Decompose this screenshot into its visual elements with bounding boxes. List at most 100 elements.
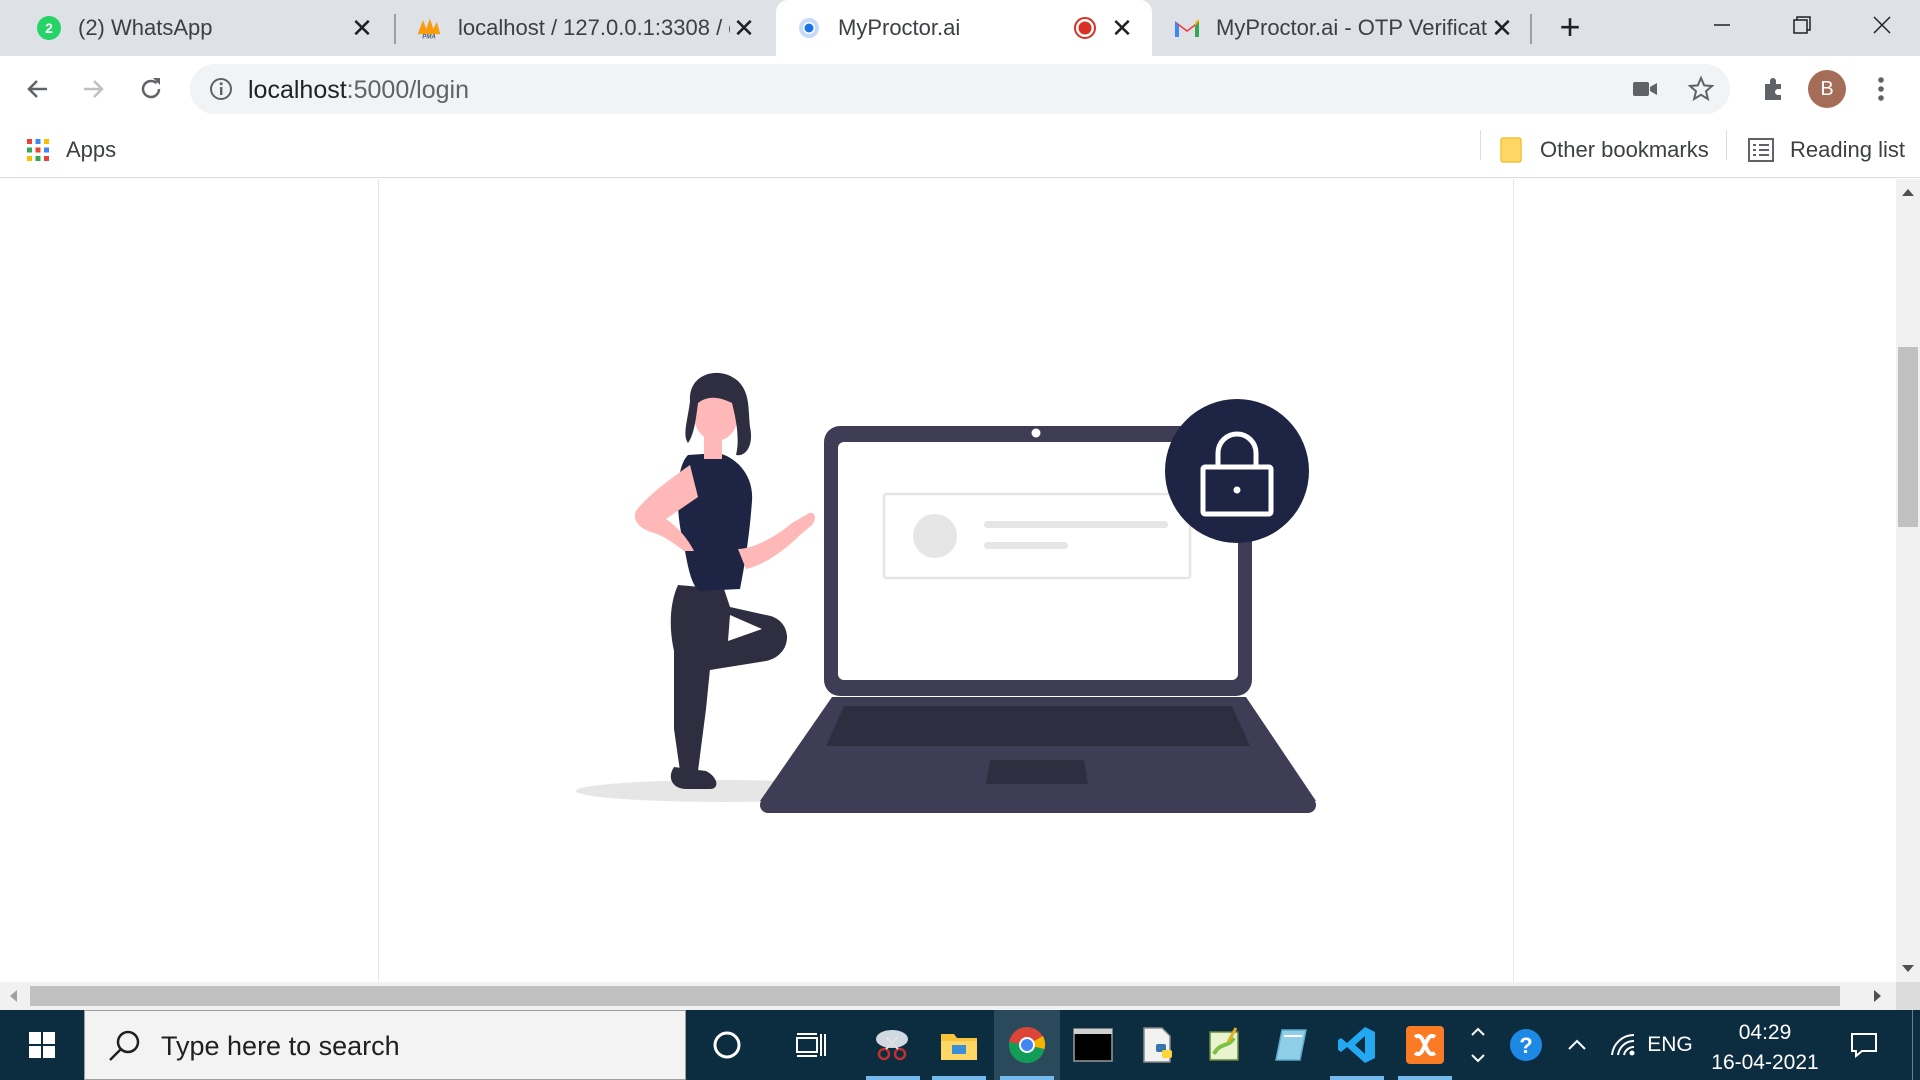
close-tab-icon[interactable]: ✕ [730, 13, 758, 43]
taskbar-notepad-plus[interactable] [1192, 1010, 1258, 1080]
vscode-icon [1338, 1027, 1375, 1063]
taskbar-vscode[interactable] [1324, 1010, 1390, 1080]
taskbar-python-editor[interactable] [1126, 1010, 1192, 1080]
avatar-placeholder [913, 514, 957, 558]
whatsapp-icon: 2 [36, 15, 62, 41]
taskbar-scroll-buttons[interactable] [1466, 1010, 1490, 1080]
python-file-icon [1143, 1027, 1172, 1063]
taskbar-file-explorer[interactable] [926, 1010, 992, 1080]
taskbar-xampp[interactable] [1392, 1010, 1458, 1080]
show-hidden-icons-button[interactable] [1562, 1010, 1592, 1080]
start-button[interactable] [0, 1010, 84, 1080]
xampp-icon [1406, 1026, 1444, 1064]
apps-shortcut[interactable]: Apps [26, 132, 116, 168]
page-viewport [0, 179, 1896, 982]
sticky-notes-icon [1275, 1029, 1307, 1061]
keyboard [826, 706, 1250, 746]
tab-gmail-otp[interactable]: MyProctor.ai - OTP Verificatio ✕ [1152, 0, 1532, 56]
running-indicator [932, 1076, 986, 1080]
reading-list-icon [1748, 138, 1774, 162]
network-button[interactable] [1604, 1010, 1640, 1080]
taskbar-sticky-notes[interactable] [1258, 1010, 1324, 1080]
close-tab-icon[interactable]: ✕ [348, 13, 376, 43]
camera-in-use-icon[interactable] [1630, 74, 1660, 104]
reading-list[interactable]: Reading list [1748, 132, 1905, 168]
minimize-button[interactable] [1682, 0, 1762, 50]
caret-up-icon [1568, 1039, 1586, 1050]
site-info-icon[interactable] [208, 76, 234, 102]
minimize-icon [1714, 24, 1730, 26]
reload-icon [141, 78, 161, 99]
new-tab-button[interactable]: + [1552, 9, 1588, 46]
chevron-down-icon [1471, 1054, 1485, 1063]
vertical-scroll-thumb[interactable] [1898, 347, 1918, 527]
restore-icon [1793, 16, 1811, 34]
gmail-icon [1174, 15, 1200, 41]
clock-time: 04:29 [1738, 1021, 1792, 1044]
lock-circle [1165, 399, 1309, 543]
text-line [984, 542, 1068, 549]
taskbar-terminal[interactable] [1060, 1010, 1126, 1080]
tab-title: (2) WhatsApp [78, 15, 213, 40]
address-bar[interactable]: localhost:5000/login [190, 64, 1730, 114]
close-window-button[interactable] [1842, 0, 1920, 50]
chrome-icon [1008, 1026, 1046, 1063]
running-indicator [1330, 1076, 1384, 1080]
tab-title: MyProctor.ai [838, 15, 961, 40]
language-indicator[interactable]: ENG [1644, 1010, 1696, 1080]
tab-whatsapp[interactable]: 2 (2) WhatsApp ✕ [0, 0, 392, 56]
clock-date: 16-04-2021 [1711, 1051, 1819, 1074]
bookmark-star-icon[interactable] [1686, 74, 1716, 104]
woman-figure [634, 372, 815, 789]
taskbar-snipping-tool[interactable] [860, 1010, 926, 1080]
whatsapp-badge-count: 2 [45, 20, 53, 36]
forward-button[interactable] [70, 66, 116, 112]
scroll-up-arrow[interactable] [1902, 189, 1914, 196]
taskbar-search-box[interactable]: Type here to search [84, 1010, 686, 1080]
search-icon [109, 1030, 140, 1061]
phpmyadmin-icon: PMA [416, 15, 442, 41]
scroll-down-arrow[interactable] [1902, 965, 1914, 972]
scroll-left-arrow[interactable] [10, 990, 17, 1002]
windows-taskbar: Type here to search ? ENG 04:29 16-04-20… [0, 1010, 1920, 1080]
chrome-menu-button[interactable] [1858, 66, 1904, 112]
running-indicator [866, 1076, 920, 1080]
search-placeholder: Type here to search [161, 1031, 400, 1061]
trackpad [986, 760, 1088, 784]
login-security-illustration [576, 372, 1316, 813]
horizontal-scrollbar[interactable] [0, 982, 1896, 1010]
help-tray-button[interactable]: ? [1502, 1010, 1552, 1080]
task-view-icon [796, 1033, 826, 1057]
cortana-button[interactable] [694, 1010, 760, 1080]
file-explorer-icon [941, 1034, 977, 1060]
snipping-tool-icon [876, 1030, 908, 1061]
cortana-icon [713, 1031, 741, 1059]
back-button[interactable] [15, 66, 61, 112]
show-desktop-button[interactable] [1912, 1010, 1920, 1080]
folder-icon [1500, 137, 1522, 163]
laptop-camera [1031, 428, 1041, 438]
action-center-button[interactable] [1842, 1010, 1886, 1080]
notepad-plus-icon [1209, 1027, 1239, 1061]
restore-button[interactable] [1762, 0, 1842, 50]
horizontal-scroll-thumb[interactable] [30, 986, 1840, 1006]
taskbar-clock[interactable]: 04:29 16-04-2021 [1690, 1018, 1840, 1078]
tab-myproctor[interactable]: MyProctor.ai ✕ [776, 0, 1152, 56]
wifi-icon [1611, 1033, 1635, 1056]
laptop-front [760, 797, 1316, 813]
other-bookmarks[interactable]: Other bookmarks [1500, 132, 1709, 168]
apps-label: Apps [66, 137, 117, 162]
close-tab-icon[interactable]: ✕ [1108, 13, 1136, 43]
tab-phpmyadmin[interactable]: PMA localhost / 127.0.0.1:3308 / q ✕ [396, 0, 774, 56]
task-view-button[interactable] [778, 1010, 844, 1080]
profile-avatar[interactable]: B [1808, 70, 1846, 108]
reload-button[interactable] [128, 66, 174, 112]
running-indicator [1000, 1076, 1054, 1080]
vertical-scrollbar[interactable] [1896, 179, 1920, 982]
scroll-right-arrow[interactable] [1874, 990, 1881, 1002]
close-tab-icon[interactable]: ✕ [1488, 13, 1516, 43]
taskbar-chrome[interactable] [994, 1010, 1060, 1080]
url-text[interactable]: localhost:5000/login [248, 76, 469, 105]
extensions-button[interactable] [1750, 66, 1796, 112]
other-bookmarks-label: Other bookmarks [1540, 137, 1709, 162]
